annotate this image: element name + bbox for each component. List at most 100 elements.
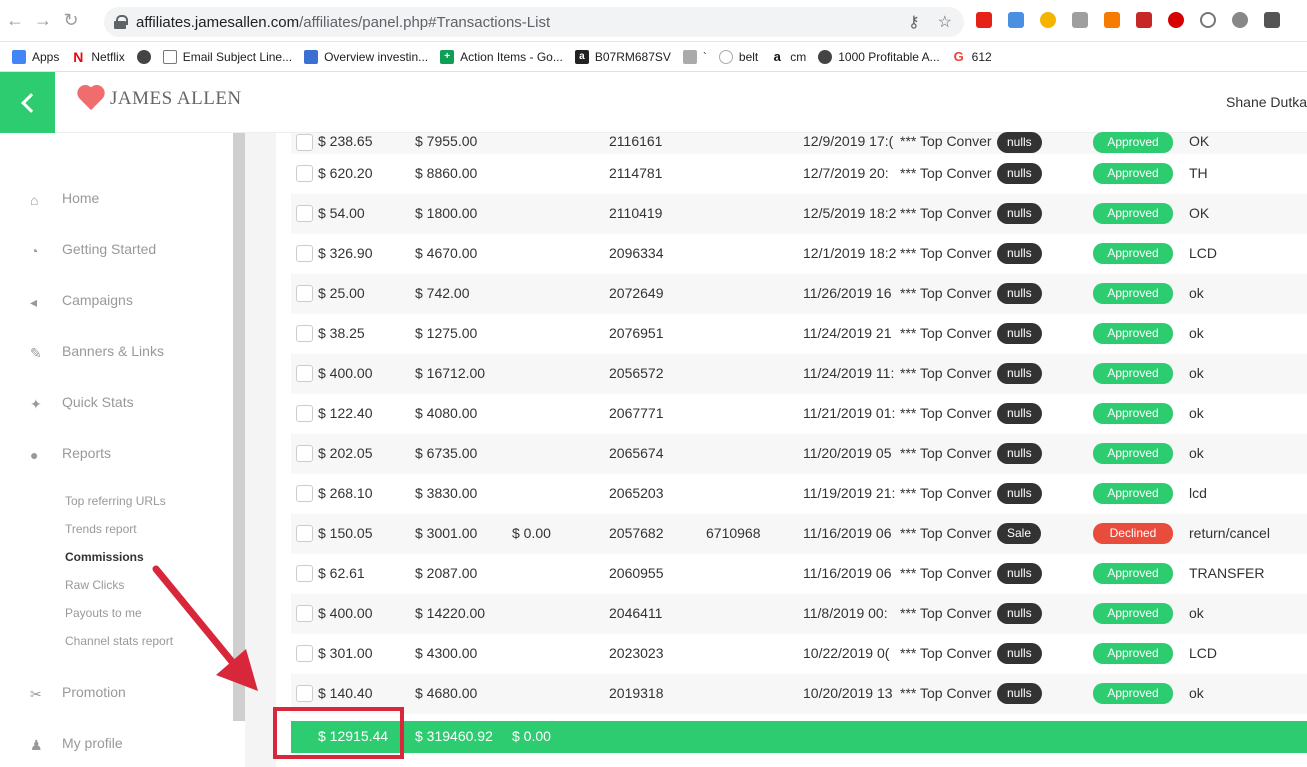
table-row[interactable]: $ 202.05 $ 6735.00 2065674 11/20/2019 05 ***… — [291, 434, 1307, 474]
reports-sub-payouts-to-me[interactable]: Payouts to me — [65, 606, 142, 620]
table-row[interactable]: $ 62.61 $ 2087.00 2060955 11/16/2019 06 *** … — [291, 554, 1307, 594]
apps-grid-icon — [12, 49, 26, 64]
extension-icon[interactable] — [1232, 12, 1248, 28]
sidebar-item-home[interactable]: ⌂ Home — [30, 190, 99, 208]
extension-icon[interactable] — [1040, 12, 1056, 28]
bookmark-globe[interactable] — [136, 49, 151, 64]
key-icon[interactable]: ⚷ — [908, 12, 920, 32]
order-id-cell: 2096334 — [609, 245, 664, 261]
table-row[interactable]: $ 400.00 $ 16712.00 2056572 11/24/2019 11: *… — [291, 354, 1307, 394]
row-checkbox[interactable] — [296, 485, 313, 502]
bookmark-amazon-item[interactable]: a B07RM687SV — [574, 49, 671, 64]
bookmark-belt[interactable]: belt — [718, 49, 758, 64]
adblock-extension-icon[interactable] — [1168, 12, 1184, 28]
reports-sub-commissions[interactable]: Commissions — [65, 550, 144, 564]
sale-amount-cell: $ 14220.00 — [415, 605, 486, 621]
bookmark-label: 1000 Profitable A... — [838, 49, 940, 64]
logo[interactable]: JAMES ALLEN — [76, 86, 242, 112]
reports-sub-raw-clicks[interactable]: Raw Clicks — [65, 578, 124, 592]
sidebar-item-my-profile[interactable]: ♟ My profile — [30, 735, 123, 753]
reports-sub-trends-report[interactable]: Trends report — [65, 522, 137, 536]
table-row[interactable]: $ 620.20 $ 8860.00 2114781 12/7/2019 20: ***… — [291, 154, 1307, 194]
extension-icon[interactable] — [1136, 12, 1152, 28]
row-checkbox[interactable] — [296, 405, 313, 422]
row-checkbox[interactable] — [296, 605, 313, 622]
table-row[interactable]: $ 301.00 $ 4300.00 2023023 10/22/2019 0(***… — [291, 634, 1307, 674]
order-id-cell: 2114781 — [609, 165, 663, 181]
chevron-left-icon — [20, 92, 41, 113]
chart-icon — [304, 49, 319, 64]
google-icon: G — [951, 49, 966, 64]
bookmark-overview[interactable]: Overview investin... — [304, 49, 428, 64]
bookmark-action-items[interactable]: + Action Items - Go... — [440, 49, 563, 64]
power-extension-icon[interactable] — [1200, 12, 1216, 28]
campaign-cell: *** Top Conver — [900, 405, 992, 421]
bookmark-cm[interactable]: a cm — [770, 49, 806, 64]
commission-cell: $ 122.40 — [318, 405, 373, 421]
reload-icon[interactable]: ↻ — [58, 8, 84, 34]
date-cell: 11/26/2019 16 — [803, 285, 892, 301]
row-checkbox[interactable] — [296, 365, 313, 382]
row-checkbox[interactable] — [296, 285, 313, 302]
annotation-arrow-icon — [152, 565, 258, 691]
row-checkbox[interactable] — [296, 205, 313, 222]
bookmark-netflix[interactable]: N Netflix — [71, 49, 125, 65]
row-checkbox[interactable] — [296, 525, 313, 542]
megaphone-icon: ◂ — [30, 294, 38, 310]
row-checkbox[interactable] — [296, 245, 313, 262]
sidebar-item-getting-started[interactable]: ◔ Getting Started — [30, 241, 156, 259]
back-button[interactable] — [0, 72, 55, 133]
table-row[interactable]: $ 326.90 $ 4670.00 2096334 12/1/2019 18:2 **… — [291, 234, 1307, 274]
row-checkbox[interactable] — [296, 645, 313, 662]
table-row[interactable]: $ 150.05 $ 3001.00 $ 0.00 2057682 6710968 11/… — [291, 514, 1307, 554]
sidebar-item-reports[interactable]: ● Reports — [30, 445, 111, 463]
sale-amount-cell: $ 2087.00 — [415, 565, 478, 581]
order-id-cell: 2023023 — [609, 645, 664, 661]
row-checkbox[interactable] — [296, 565, 313, 582]
forward-arrow-icon[interactable]: → — [30, 8, 56, 34]
table-row[interactable]: $ 238.65 $ 7955.00 2116161 12/9/2019 17:(**… — [291, 132, 1307, 154]
table-row[interactable]: $ 140.40 $ 4680.00 2019318 10/20/2019 13 ***… — [291, 674, 1307, 714]
code-extension-icon[interactable] — [1072, 12, 1088, 28]
sidebar-item-banners-links[interactable]: ✎ Banners & Links — [30, 343, 164, 361]
status-badge: Approved — [1093, 363, 1173, 384]
row-checkbox[interactable] — [296, 685, 313, 702]
table-row[interactable]: $ 38.25 $ 1275.00 2076951 11/24/2019 21 *** … — [291, 314, 1307, 354]
extension-icon[interactable] — [1104, 12, 1120, 28]
sale-amount-cell: $ 4680.00 — [415, 685, 478, 701]
row-checkbox[interactable] — [296, 325, 313, 342]
bookmark-email-subject[interactable]: Email Subject Line... — [162, 49, 292, 64]
sale-amount-cell: $ 8860.00 — [415, 165, 478, 181]
date-cell: 12/9/2019 17:( — [803, 133, 894, 149]
status-badge: Approved — [1093, 132, 1173, 153]
sidebar-item-quick-stats[interactable]: ✦ Quick Stats — [30, 394, 134, 412]
table-row[interactable]: $ 25.00 $ 742.00 2072649 11/26/2019 16 *** T… — [291, 274, 1307, 314]
youtube-extension-icon[interactable] — [976, 12, 992, 28]
facebook-extension-icon[interactable] — [1264, 12, 1280, 28]
star-icon[interactable]: ☆ — [938, 12, 952, 32]
address-bar[interactable]: affiliates.jamesallen.com/affiliates/pan… — [104, 7, 964, 37]
bookmark-1000-profitable[interactable]: 1000 Profitable A... — [818, 49, 940, 64]
bookmark-icon — [682, 49, 697, 64]
table-row[interactable]: $ 268.10 $ 3830.00 2065203 11/19/2019 21: **… — [291, 474, 1307, 514]
row-checkbox[interactable] — [296, 165, 313, 182]
reports-sub-top-referring-urls[interactable]: Top referring URLs — [65, 494, 166, 508]
sidebar-item-promotion[interactable]: ✂ Promotion — [30, 684, 126, 702]
table-row[interactable]: $ 400.00 $ 14220.00 2046411 11/8/2019 00: **… — [291, 594, 1307, 634]
table-row[interactable]: $ 122.40 $ 4080.00 2067771 11/21/2019 01: **… — [291, 394, 1307, 434]
user-name[interactable]: Shane Dutka — [1226, 94, 1307, 110]
note-cell: ok — [1189, 325, 1204, 341]
order-id-cell: 2072649 — [609, 285, 664, 301]
bookmark-apps[interactable]: Apps — [12, 49, 59, 64]
extension-icon[interactable] — [1008, 12, 1024, 28]
row-checkbox[interactable] — [296, 134, 313, 151]
campaign-cell: *** Top Conver — [900, 445, 992, 461]
table-row[interactable]: $ 54.00 $ 1800.00 2110419 12/5/2019 18:2 ***… — [291, 194, 1307, 234]
back-arrow-icon[interactable]: ← — [2, 8, 28, 34]
row-checkbox[interactable] — [296, 445, 313, 462]
note-cell: TH — [1189, 165, 1208, 181]
sidebar-item-campaigns[interactable]: ◂ Campaigns — [30, 292, 133, 310]
status-badge: Approved — [1093, 243, 1173, 264]
bookmark-612[interactable]: G 612 — [951, 49, 992, 64]
bookmark-backtick[interactable]: ` — [682, 49, 707, 64]
